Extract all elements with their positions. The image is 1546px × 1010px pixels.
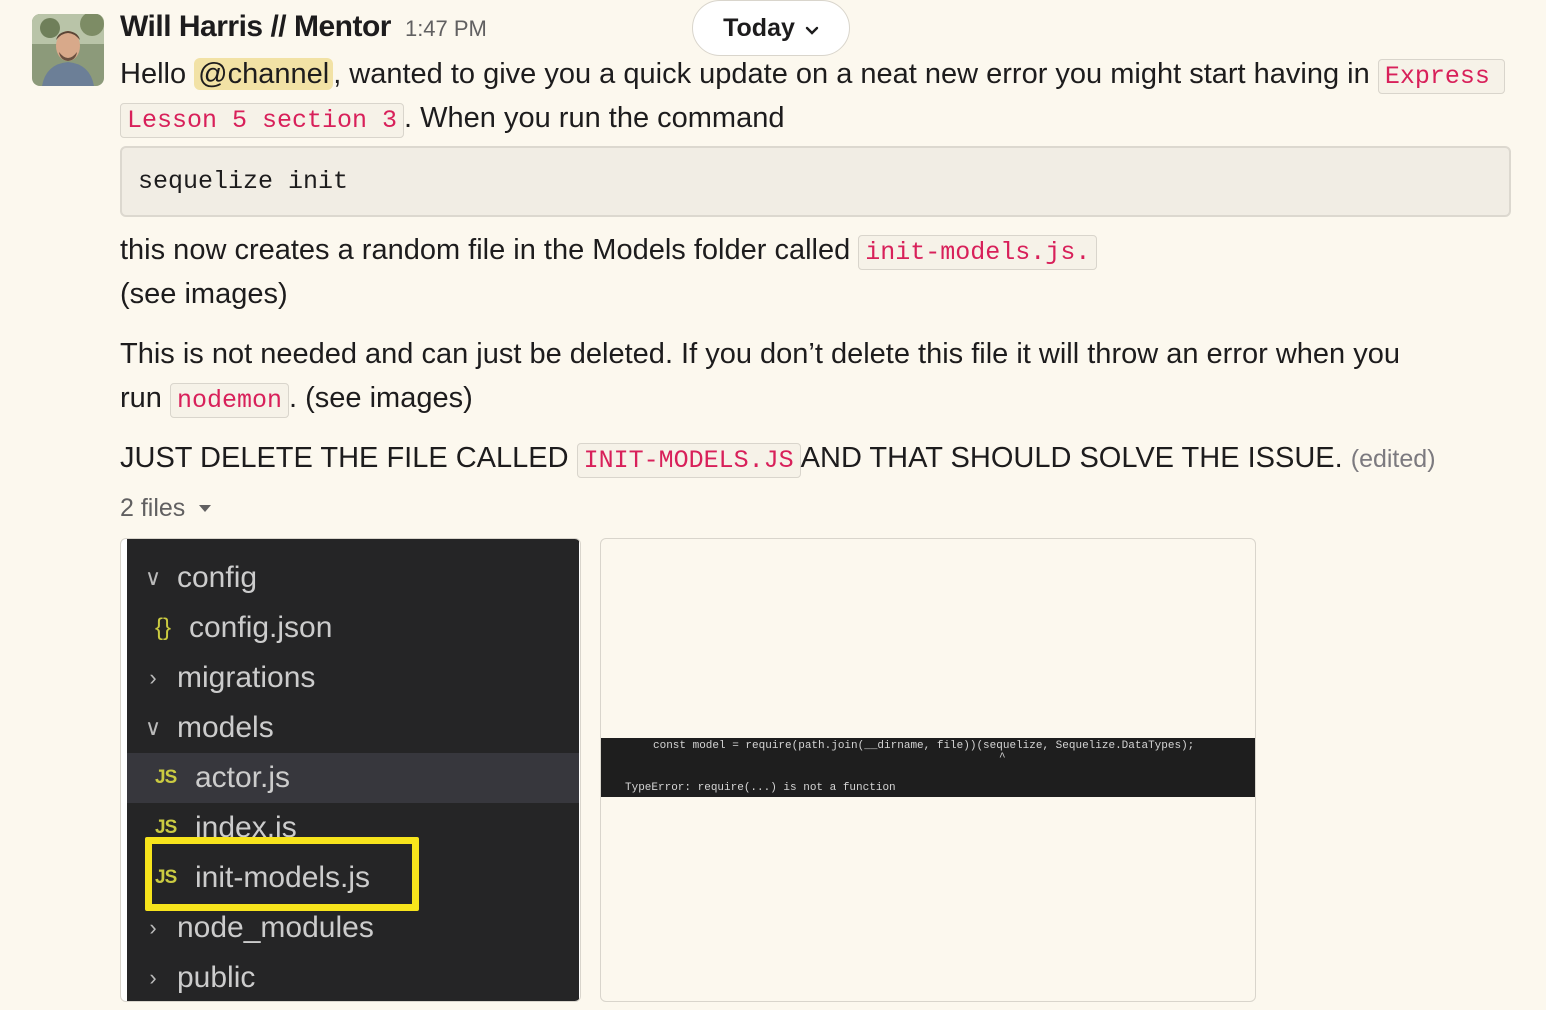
js-file-icon: JS	[155, 767, 177, 788]
text-span: . When you run the command	[404, 102, 785, 134]
text-span: AND THAT SHOULD SOLVE THE ISSUE.	[800, 442, 1343, 474]
tree-row-public: › public	[127, 953, 579, 1001]
chevron-down-icon: ∨	[144, 565, 162, 590]
message-line-4: (see images)	[120, 278, 288, 310]
chevron-right-icon: ›	[149, 915, 157, 940]
chevron-down-icon	[805, 14, 819, 43]
sender-name[interactable]: Will Harris // Mentor	[120, 10, 391, 44]
inline-code: nodemon	[169, 383, 290, 418]
caret-down-icon	[199, 505, 212, 512]
text-span: Hello	[120, 58, 195, 90]
text-span: JUST DELETE THE FILE CALLED	[120, 442, 577, 474]
text-span: . (see images)	[289, 382, 473, 414]
code-block: sequelize init	[120, 146, 1511, 217]
terminal-line-1: const model = require(path.join(__dirnam…	[653, 740, 1195, 752]
tree-label: node_modules	[177, 911, 374, 944]
tree-row-migrations: › migrations	[127, 653, 579, 703]
json-braces-icon: {}	[155, 614, 172, 641]
text-span: this now creates a random file in the Mo…	[120, 234, 859, 266]
inline-code: Lesson 5 section 3	[120, 103, 405, 138]
text-span: run	[120, 382, 170, 414]
terminal-line-2: TypeError: require(...) is not a functio…	[625, 782, 896, 794]
image-attachment-terminal-error[interactable]: const model = require(path.join(__dirnam…	[600, 538, 1256, 1002]
terminal-image: const model = require(path.join(__dirnam…	[601, 738, 1255, 797]
tree-label: migrations	[177, 661, 316, 694]
message-line-2: Lesson 5 section 3. When you run the com…	[120, 98, 784, 141]
file-tree-image: ∨ config {} config.json › migrations ∨ m…	[127, 539, 579, 1001]
message-line-7: JUST DELETE THE FILE CALLED INIT-MODELS.…	[120, 438, 1436, 481]
message-line-6: run nodemon. (see images)	[120, 378, 473, 421]
tree-label: actor.js	[195, 761, 291, 794]
files-count-label: 2 files	[120, 494, 186, 522]
inline-code: INIT-MODELS.JS	[576, 443, 801, 478]
tree-label: config.json	[189, 611, 333, 644]
message-line-1: Hello @channel, wanted to give you a qui…	[120, 54, 1505, 97]
tree-row-models: ∨ models	[127, 703, 579, 753]
js-file-icon: JS	[155, 817, 177, 838]
message-timestamp[interactable]: 1:47 PM	[405, 16, 487, 42]
message-line-3: this now creates a random file in the Mo…	[120, 230, 1098, 273]
chevron-right-icon: ›	[149, 665, 157, 690]
files-toggle-button[interactable]: 2 files	[120, 494, 212, 523]
tree-row-config: ∨ config	[127, 553, 579, 603]
avatar[interactable]	[32, 14, 104, 86]
message-header: Will Harris // Mentor 1:47 PM	[120, 10, 487, 50]
message-line-5: This is not needed and can just be delet…	[120, 338, 1400, 370]
date-divider-button[interactable]: Today	[692, 0, 850, 56]
inline-code: Express	[1377, 59, 1505, 94]
tree-row-actor-js: JS actor.js	[127, 753, 579, 803]
text-span: , wanted to give you a quick update on a…	[333, 58, 1378, 90]
tree-label: public	[177, 961, 256, 994]
tree-label: config	[177, 561, 258, 594]
inline-code: init-models.js.	[858, 235, 1098, 270]
edited-label: (edited)	[1350, 445, 1436, 473]
terminal-caret: ^	[999, 752, 1006, 764]
chevron-down-icon: ∨	[144, 715, 162, 740]
tree-label: models	[177, 711, 274, 744]
image-attachment-file-tree[interactable]: ∨ config {} config.json › migrations ∨ m…	[120, 538, 581, 1002]
chevron-right-icon: ›	[149, 965, 157, 990]
channel-mention[interactable]: @channel	[194, 58, 334, 90]
tree-row-config-json: {} config.json	[127, 603, 579, 653]
date-divider-label: Today	[723, 13, 795, 42]
highlight-box	[145, 837, 419, 911]
